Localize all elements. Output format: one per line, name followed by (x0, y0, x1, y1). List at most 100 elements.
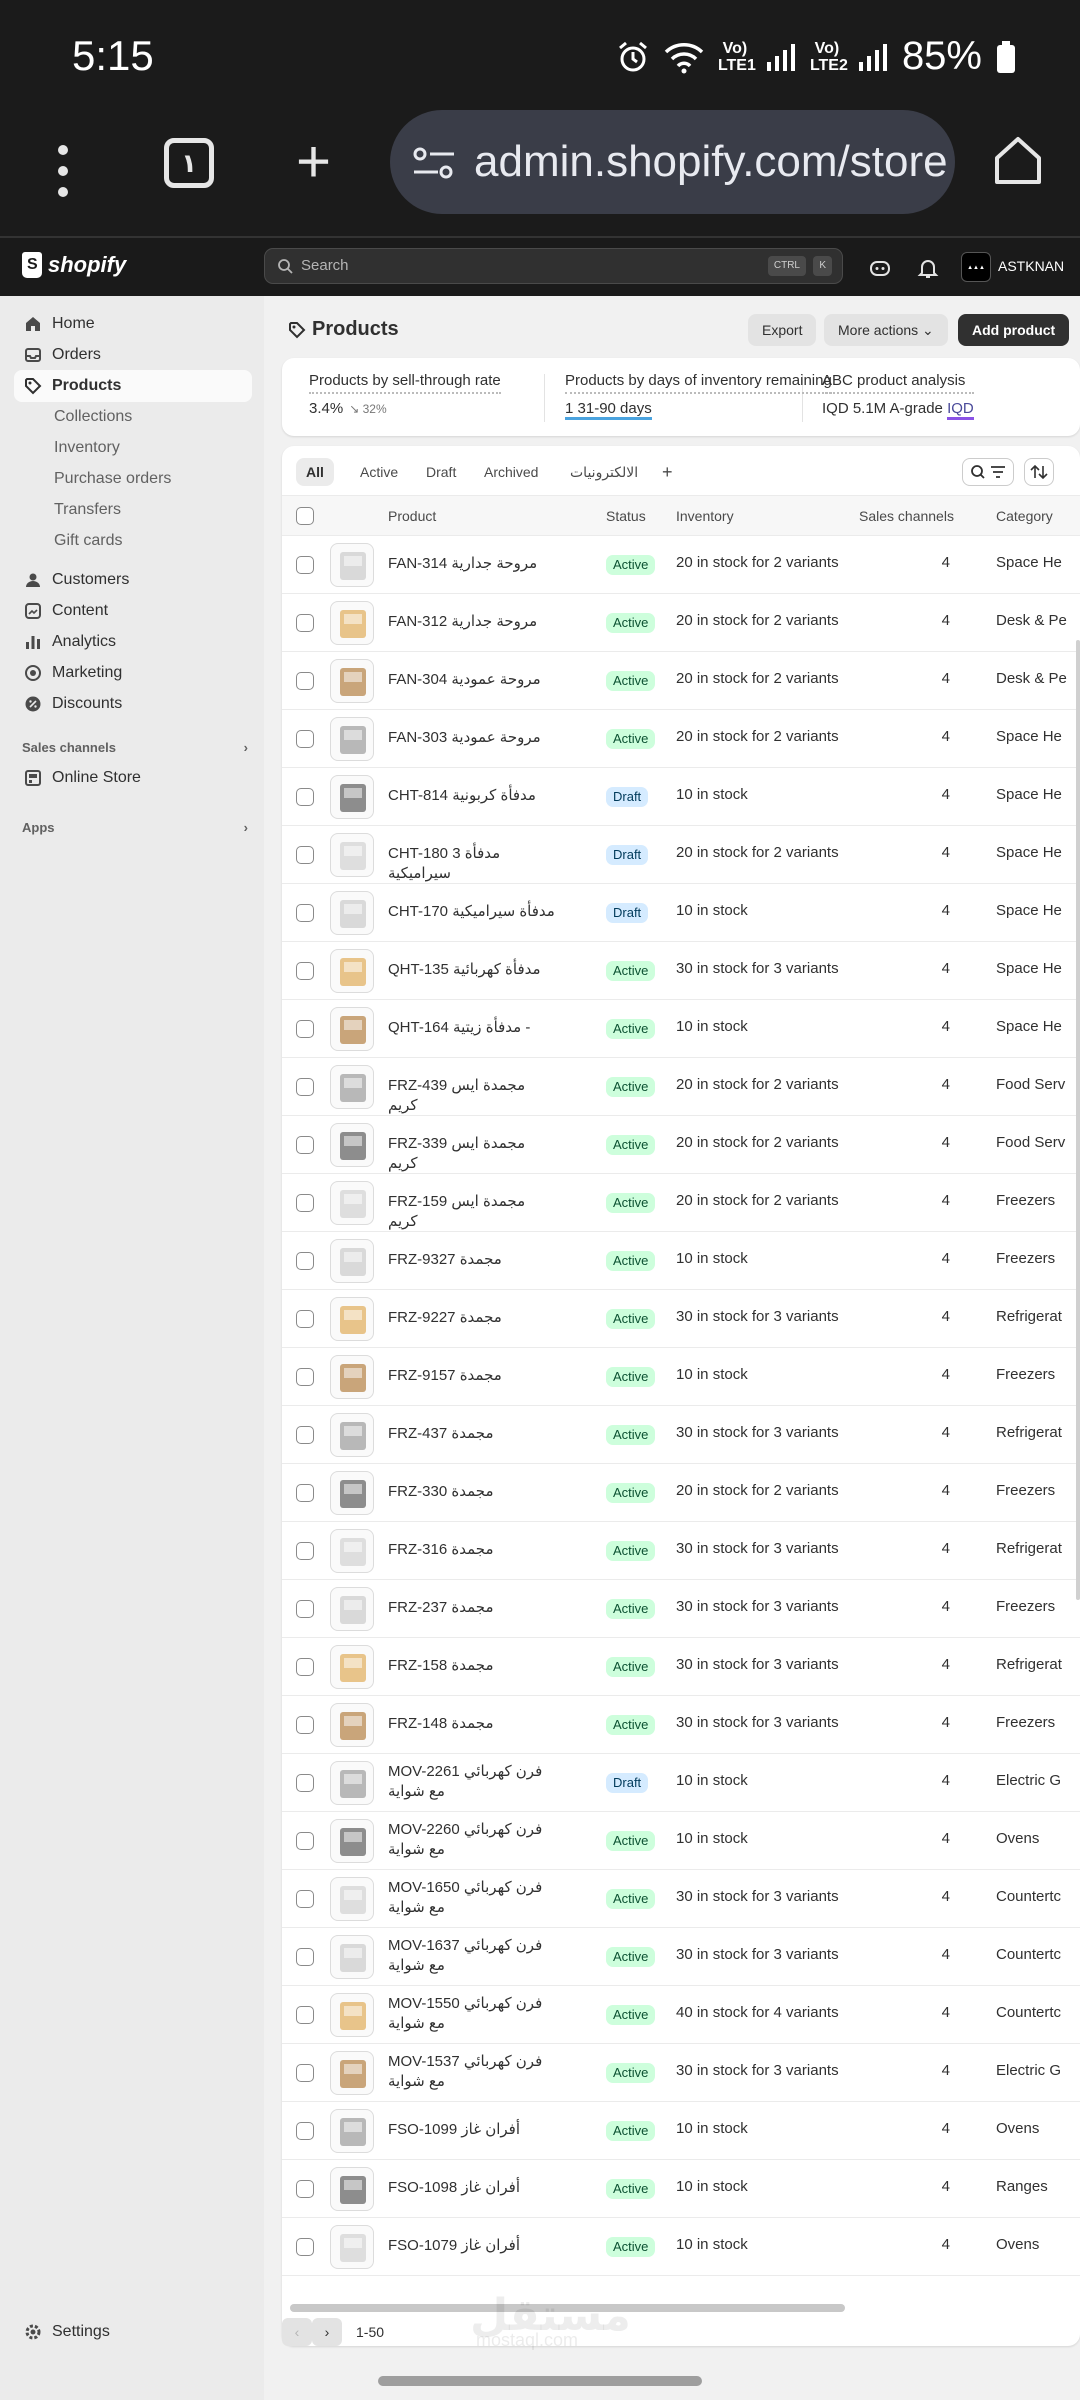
product-name[interactable]: MOV-2260 فرن كهربائي مع شواية (388, 1820, 558, 1860)
product-name[interactable]: QHT-135 مدفأة كهربائية (388, 960, 558, 980)
row-checkbox[interactable] (296, 962, 314, 980)
product-thumbnail[interactable] (330, 1355, 374, 1399)
product-name[interactable]: CHT-180 3 مدفأة سيراميكية (388, 844, 558, 884)
row-checkbox[interactable] (296, 1078, 314, 1096)
store-name[interactable]: ASTKNAN (998, 258, 1064, 274)
col-sales-channels[interactable]: Sales channels (859, 508, 954, 524)
table-row[interactable]: FAN-312 مروحة جدارية Active 20 in stock fo… (282, 594, 1080, 652)
product-name[interactable]: MOV-2261 فرن كهربائي مع شواية (388, 1762, 558, 1802)
table-row[interactable]: FSO-1079 أفران غاز Active 10 in stock 4 Oven… (282, 2218, 1080, 2276)
row-checkbox[interactable] (296, 2238, 314, 2256)
product-name[interactable]: FRZ-158 مجمدة (388, 1656, 558, 1676)
prev-page-button[interactable]: ‹ (282, 2318, 312, 2346)
sidebar-item-transfers[interactable]: Transfers (54, 501, 121, 519)
apps-header[interactable]: Apps › (22, 820, 248, 835)
row-checkbox[interactable] (296, 1774, 314, 1792)
sidebar-item-gift-cards[interactable]: Gift cards (54, 532, 122, 550)
row-checkbox[interactable] (296, 904, 314, 922)
table-row[interactable]: CHT-814 مدفأة كربونية Draft 10 in stock 4 Sp… (282, 768, 1080, 826)
product-name[interactable]: MOV-1650 فرن كهربائي مع شواية (388, 1878, 558, 1918)
row-checkbox[interactable] (296, 2006, 314, 2024)
row-checkbox[interactable] (296, 1194, 314, 1212)
url-bar[interactable]: admin.shopify.com/store (390, 110, 955, 214)
vertical-scrollbar[interactable] (1076, 640, 1080, 1600)
sidebar-item-customers[interactable]: Customers (14, 564, 252, 596)
product-thumbnail[interactable] (330, 775, 374, 819)
product-thumbnail[interactable] (330, 891, 374, 935)
table-row[interactable]: CHT-180 3 مدفأة سيراميكية Draft 20 in stoc… (282, 826, 1080, 884)
product-thumbnail[interactable] (330, 1819, 374, 1863)
search-input[interactable]: Search CTRL K (264, 248, 843, 284)
product-name[interactable]: FRZ-339 مجمدة ايس كريم (388, 1134, 558, 1174)
metric-abc-analysis[interactable]: ABC product analysis IQD 5.1M A-grade IQ… (822, 372, 974, 420)
product-thumbnail[interactable] (330, 949, 374, 993)
select-all-checkbox[interactable] (296, 507, 314, 525)
row-checkbox[interactable] (296, 1252, 314, 1270)
product-thumbnail[interactable] (330, 659, 374, 703)
row-checkbox[interactable] (296, 556, 314, 574)
product-name[interactable]: FSO-1099 أفران غاز (388, 2120, 558, 2140)
table-row[interactable]: FSO-1098 أفران غاز Active 10 in stock 4 Rang… (282, 2160, 1080, 2218)
tab-all[interactable]: All (296, 458, 334, 486)
search-filter-button[interactable] (962, 458, 1014, 486)
sidebar-item-content[interactable]: Content (14, 595, 252, 627)
export-button[interactable]: Export (748, 314, 817, 346)
sidekick-icon[interactable] (868, 256, 892, 280)
product-name[interactable]: QHT-164 مدفأة زيتية - (388, 1018, 558, 1038)
product-thumbnail[interactable] (330, 1877, 374, 1921)
row-checkbox[interactable] (296, 1542, 314, 1560)
product-thumbnail[interactable] (330, 1761, 374, 1805)
sales-channels-header[interactable]: Sales channels › (22, 740, 248, 755)
sort-button[interactable] (1024, 458, 1054, 486)
table-row[interactable]: FAN-303 مروحة عمودية Active 20 in stock fo… (282, 710, 1080, 768)
product-thumbnail[interactable] (330, 1123, 374, 1167)
product-thumbnail[interactable] (330, 2167, 374, 2211)
product-thumbnail[interactable] (330, 717, 374, 761)
product-thumbnail[interactable] (330, 1413, 374, 1457)
metric-days-inventory[interactable]: Products by days of inventory remaining … (565, 372, 832, 420)
product-thumbnail[interactable] (330, 1587, 374, 1631)
table-row[interactable]: CHT-170 مدفأة سيراميكية Draft 10 in stock 4… (282, 884, 1080, 942)
row-checkbox[interactable] (296, 1310, 314, 1328)
table-row[interactable]: FAN-314 مروحة جدارية Active 20 in stock fo… (282, 536, 1080, 594)
tab-draft[interactable]: Draft (416, 458, 466, 486)
table-row[interactable]: FRZ-437 مجمدة Active 30 in stock for 3 var… (282, 1406, 1080, 1464)
row-checkbox[interactable] (296, 730, 314, 748)
sidebar-item-products[interactable]: Products (14, 370, 252, 402)
store-avatar[interactable]: ▲▲▲ (961, 252, 991, 282)
row-checkbox[interactable] (296, 2180, 314, 2198)
row-checkbox[interactable] (296, 614, 314, 632)
table-row[interactable]: MOV-2261 فرن كهربائي مع شواية Draft 10 in … (282, 1754, 1080, 1812)
row-checkbox[interactable] (296, 1136, 314, 1154)
sidebar-item-inventory[interactable]: Inventory (54, 439, 120, 457)
row-checkbox[interactable] (296, 1484, 314, 1502)
sidebar-item-home[interactable]: Home (14, 308, 252, 340)
product-name[interactable]: CHT-814 مدفأة كربونية (388, 786, 558, 806)
table-row[interactable]: FRZ-148 مجمدة Active 30 in stock for 3 var… (282, 1696, 1080, 1754)
add-view-icon[interactable]: + (652, 458, 683, 486)
product-thumbnail[interactable] (330, 601, 374, 645)
product-thumbnail[interactable] (330, 1181, 374, 1225)
sidebar-item-collections[interactable]: Collections (54, 408, 132, 426)
col-inventory[interactable]: Inventory (676, 508, 734, 524)
product-thumbnail[interactable] (330, 1065, 374, 1109)
product-name[interactable]: MOV-1537 فرن كهربائي مع شواية (388, 2052, 558, 2092)
row-checkbox[interactable] (296, 1948, 314, 1966)
product-thumbnail[interactable] (330, 1471, 374, 1515)
row-checkbox[interactable] (296, 2064, 314, 2082)
product-thumbnail[interactable] (330, 2109, 374, 2153)
product-name[interactable]: FRZ-9227 مجمدة (388, 1308, 558, 1328)
product-name[interactable]: FRZ-9327 مجمدة (388, 1250, 558, 1270)
gesture-nav-bar[interactable] (378, 2376, 702, 2386)
product-name[interactable]: MOV-1637 فرن كهربائي مع شواية (388, 1936, 558, 1976)
tab-switcher-button[interactable]: ١ (164, 138, 214, 188)
product-name[interactable]: FRZ-237 مجمدة (388, 1598, 558, 1618)
row-checkbox[interactable] (296, 1020, 314, 1038)
sidebar-item-purchase-orders[interactable]: Purchase orders (54, 470, 171, 488)
row-checkbox[interactable] (296, 1600, 314, 1618)
product-name[interactable]: FRZ-437 مجمدة (388, 1424, 558, 1444)
table-row[interactable]: FRZ-330 مجمدة Active 20 in stock for 2 var… (282, 1464, 1080, 1522)
sidebar-item-marketing[interactable]: Marketing (14, 657, 252, 689)
product-thumbnail[interactable] (330, 1703, 374, 1747)
sidebar-item-discounts[interactable]: Discounts (14, 688, 252, 720)
